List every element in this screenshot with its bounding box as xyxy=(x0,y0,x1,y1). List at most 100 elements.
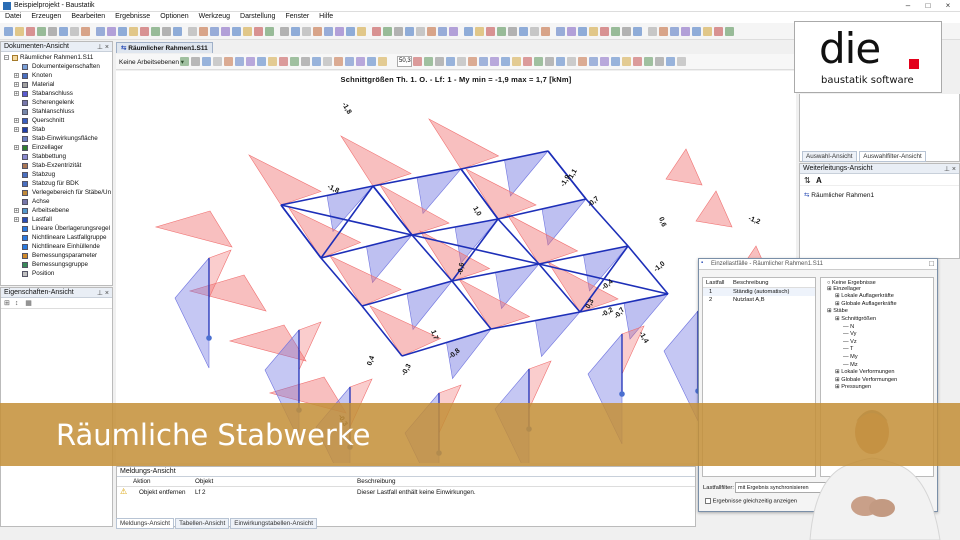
results-tree-item[interactable]: — Vz xyxy=(821,339,933,347)
support-node[interactable] xyxy=(619,391,625,397)
tree-item[interactable]: Stabbettung xyxy=(1,152,112,161)
toolbar-tool-icon[interactable] xyxy=(324,27,333,36)
toolbar-tool-icon[interactable] xyxy=(611,27,620,36)
toolbar-tool-icon[interactable] xyxy=(335,27,344,36)
menu-optionen[interactable]: Optionen xyxy=(155,12,193,21)
toolbar-tool-icon[interactable] xyxy=(449,27,458,36)
view-tool-icon[interactable] xyxy=(413,57,422,66)
tree-item[interactable]: Lineare Überlagerungsregel xyxy=(1,224,112,233)
toolbar-tool-icon[interactable] xyxy=(96,27,105,36)
view-tool-icon[interactable] xyxy=(446,57,455,66)
tree-item[interactable]: Stabzug für BDK xyxy=(1,179,112,188)
view-tool-icon[interactable] xyxy=(523,57,532,66)
view-tool-icon[interactable] xyxy=(622,57,631,66)
sort-alpha-icon[interactable]: ↕ xyxy=(15,300,19,307)
toolbar-tool-icon[interactable] xyxy=(692,27,701,36)
results-tree-item[interactable]: ⊞ Stäbe xyxy=(821,308,933,316)
view-tool-icon[interactable] xyxy=(334,57,343,66)
view-tool-icon[interactable] xyxy=(490,57,499,66)
view-tool-icon[interactable] xyxy=(312,57,321,66)
toolbar-tool-icon[interactable] xyxy=(346,27,355,36)
tree-item[interactable]: Bemessungsparameter xyxy=(1,251,112,260)
results-tree-item[interactable]: ⊞ Lokale Auflagerkräfte xyxy=(821,293,933,301)
toolbar-tool-icon[interactable] xyxy=(405,27,414,36)
tree-item[interactable]: + Arbeitsebene xyxy=(1,206,112,215)
menu-ergebnisse[interactable]: Ergebnisse xyxy=(110,12,155,21)
toolbar-tool-icon[interactable] xyxy=(589,27,598,36)
sort-category-icon[interactable]: ⊞ xyxy=(4,300,10,307)
view-tool-icon[interactable] xyxy=(534,57,543,66)
view-tool-icon[interactable] xyxy=(666,57,675,66)
view-tool-icon[interactable] xyxy=(424,57,433,66)
view-tool-icon[interactable] xyxy=(567,57,576,66)
zoom-input[interactable]: 50,3 xyxy=(397,56,412,67)
view-tool-icon[interactable] xyxy=(290,57,299,66)
view-tool-icon[interactable] xyxy=(600,57,609,66)
toolbar-tool-icon[interactable] xyxy=(243,27,252,36)
toolbar-tool-icon[interactable] xyxy=(357,27,366,36)
view-tool-icon[interactable] xyxy=(257,57,266,66)
toolbar-tool-icon[interactable] xyxy=(140,27,149,36)
toolbar-tool-icon[interactable] xyxy=(416,27,425,36)
view-tool-icon[interactable] xyxy=(323,57,332,66)
results-tree-item[interactable]: ⊞ Pressungen xyxy=(821,384,933,392)
toolbar-tool-icon[interactable] xyxy=(508,27,517,36)
work-plane-select[interactable]: Keine Arbeitsebenen ▾ xyxy=(119,58,184,66)
menu-datei[interactable]: Datei xyxy=(0,12,26,21)
view-tool-icon[interactable] xyxy=(589,57,598,66)
tree-item[interactable]: Bemessungsgruppe xyxy=(1,260,112,269)
results-tree-item[interactable]: — T xyxy=(821,346,933,354)
tree-item[interactable]: Achse xyxy=(1,197,112,206)
close-button[interactable]: × xyxy=(938,1,958,10)
toolbar-tool-icon[interactable] xyxy=(600,27,609,36)
view-tool-icon[interactable] xyxy=(578,57,587,66)
toolbar-tool-icon[interactable] xyxy=(497,27,506,36)
view-tool-icon[interactable] xyxy=(224,57,233,66)
toolbar-tool-icon[interactable] xyxy=(254,27,263,36)
support-node[interactable] xyxy=(206,335,212,341)
menu-hilfe[interactable]: Hilfe xyxy=(314,12,338,21)
view-tool-icon[interactable] xyxy=(611,57,620,66)
expand-icon[interactable]: + xyxy=(14,82,19,88)
results-tree-item[interactable]: ⊞ Globale Verformungen xyxy=(821,377,933,385)
toolbar-tool-icon[interactable] xyxy=(372,27,381,36)
sort-icon[interactable]: ⇅ xyxy=(804,176,811,185)
tree-item[interactable]: Nichtlineare Einhüllende xyxy=(1,242,112,251)
toolbar-tool-icon[interactable] xyxy=(475,27,484,36)
expand-icon[interactable]: + xyxy=(14,208,19,214)
toolbar-tool-icon[interactable] xyxy=(162,27,171,36)
tree-item[interactable]: Stabzug xyxy=(1,170,112,179)
tab-meldungs-ansicht[interactable]: Meldungs-Ansicht xyxy=(116,518,175,529)
tree-item[interactable]: Verlegebereich für Stäbe/Un xyxy=(1,188,112,197)
maximize-button[interactable]: □ xyxy=(918,1,938,10)
toolbar-tool-icon[interactable] xyxy=(37,27,46,36)
view-tool-icon[interactable] xyxy=(268,57,277,66)
tree-item[interactable]: + Knoten xyxy=(1,71,112,80)
tree-item[interactable]: + Lastfall xyxy=(1,215,112,224)
toolbar-tool-icon[interactable] xyxy=(633,27,642,36)
toolbar-tool-icon[interactable] xyxy=(681,27,690,36)
toolbar-tool-icon[interactable] xyxy=(622,27,631,36)
view-tool-icon[interactable] xyxy=(644,57,653,66)
toolbar-tool-icon[interactable] xyxy=(129,27,138,36)
results-tree-item[interactable]: — My xyxy=(821,354,933,362)
tree-item[interactable]: + Einzellager xyxy=(1,143,112,152)
property-pages-icon[interactable]: ▦ xyxy=(25,300,32,307)
load-case-row[interactable]: 2 Nutzlast A,B xyxy=(703,296,815,304)
toolbar-tool-icon[interactable] xyxy=(464,27,473,36)
tab-raeumlicher-rahmen[interactable]: ⇆ Räumlicher Rahmen1.S11 xyxy=(116,42,213,53)
view-tool-icon[interactable] xyxy=(301,57,310,66)
pin-icon[interactable]: ⊥ × xyxy=(97,289,109,297)
toolbar-tool-icon[interactable] xyxy=(26,27,35,36)
results-tree-item[interactable]: — Vy xyxy=(821,331,933,339)
view-tool-icon[interactable] xyxy=(501,57,510,66)
view-tool-icon[interactable] xyxy=(356,57,365,66)
menu-darstellung[interactable]: Darstellung xyxy=(235,12,280,21)
toolbar-tool-icon[interactable] xyxy=(670,27,679,36)
checkbox-box[interactable] xyxy=(705,498,711,504)
view-tool-icon[interactable] xyxy=(468,57,477,66)
view-tool-icon[interactable] xyxy=(367,57,376,66)
minimize-button[interactable]: – xyxy=(898,1,918,10)
toolbar-tool-icon[interactable] xyxy=(519,27,528,36)
toolbar-tool-icon[interactable] xyxy=(530,27,539,36)
